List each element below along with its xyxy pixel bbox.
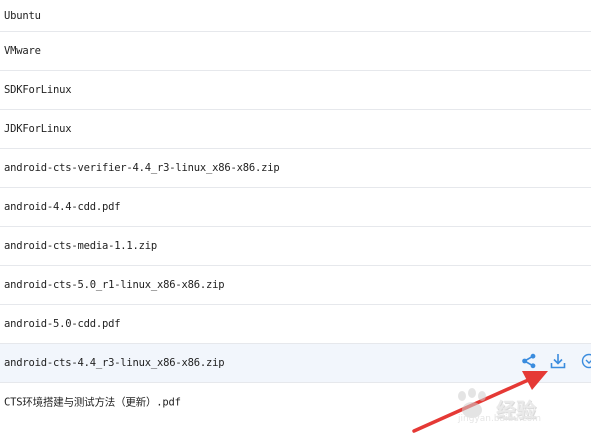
file-row[interactable]: CTS环境搭建与测试方法（更新）.pdf <box>0 383 591 422</box>
file-name: android-cts-media-1.1.zip <box>4 240 158 252</box>
file-name: android-cts-verifier-4.4_r3-linux_x86-x8… <box>4 162 280 174</box>
file-name: JDKForLinux <box>4 123 72 135</box>
file-row[interactable]: android-cts-verifier-4.4_r3-linux_x86-x8… <box>0 149 591 188</box>
file-row[interactable]: android-cts-5.0_r1-linux_x86-x86.zip <box>0 266 591 305</box>
share-icon[interactable] <box>521 353 537 373</box>
file-name: Ubuntu <box>4 9 41 22</box>
file-name: VMware <box>4 45 41 57</box>
chevron-down-icon[interactable] <box>581 353 591 373</box>
file-row[interactable]: android-4.4-cdd.pdf <box>0 188 591 227</box>
file-list: Ubuntu VMware SDKForLinux JDKForLinux an… <box>0 0 591 422</box>
file-name: android-4.4-cdd.pdf <box>4 201 121 213</box>
file-name: android-cts-4.4_r3-linux_x86-x86.zip <box>4 357 225 369</box>
file-name: android-5.0-cdd.pdf <box>4 318 121 330</box>
file-row[interactable]: SDKForLinux <box>0 71 591 110</box>
partial-row <box>0 420 591 437</box>
file-name: android-cts-5.0_r1-linux_x86-x86.zip <box>4 279 225 291</box>
file-row[interactable]: JDKForLinux <box>0 110 591 149</box>
file-name: CTS环境搭建与测试方法（更新）.pdf <box>4 396 181 409</box>
file-row[interactable]: VMware <box>0 32 591 71</box>
file-name: SDKForLinux <box>4 84 72 96</box>
download-icon[interactable] <box>549 352 567 374</box>
file-row[interactable]: Ubuntu <box>0 0 591 32</box>
file-row[interactable]: android-cts-media-1.1.zip <box>0 227 591 266</box>
file-row-selected[interactable]: android-cts-4.4_r3-linux_x86-x86.zip <box>0 344 591 383</box>
file-row[interactable]: android-5.0-cdd.pdf <box>0 305 591 344</box>
